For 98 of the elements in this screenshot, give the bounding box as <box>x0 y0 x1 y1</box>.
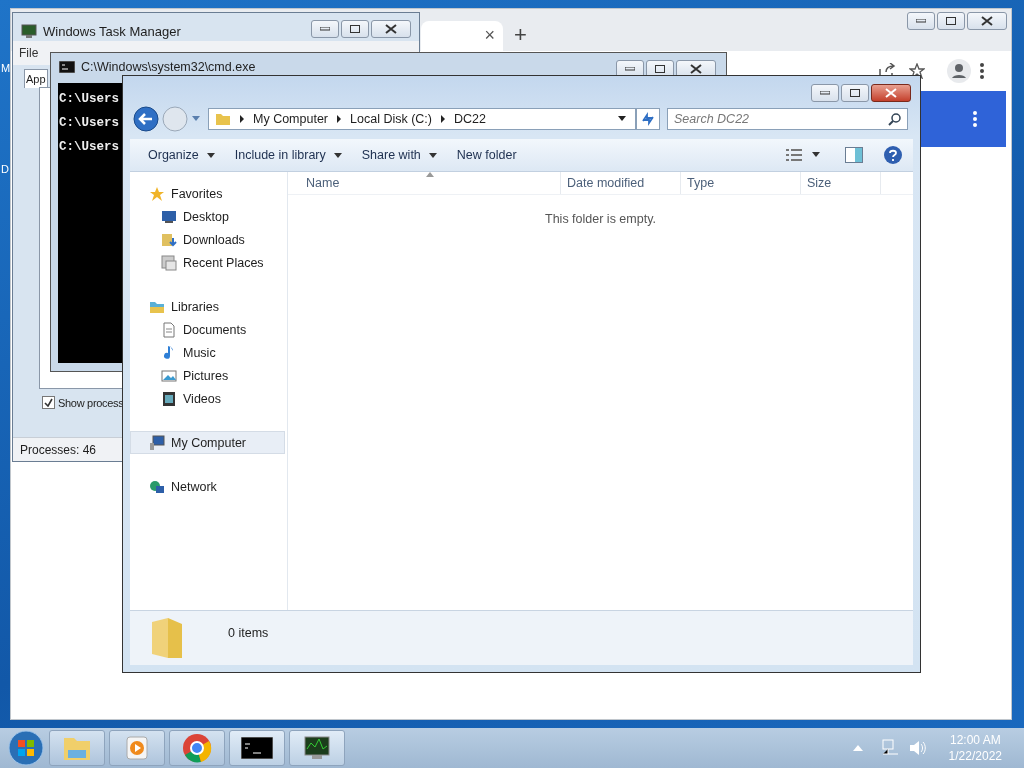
maximize-icon <box>850 89 860 97</box>
item-count: 0 items <box>228 626 269 640</box>
nav-item[interactable]: Libraries <box>130 295 285 318</box>
tab-close-button[interactable]: × <box>484 25 495 46</box>
folder-icon <box>215 112 231 126</box>
checkbox-label: Show process <box>58 396 124 409</box>
tab[interactable]: App <box>24 69 48 88</box>
breadcrumb[interactable]: DC22 <box>454 112 486 126</box>
menu-icon[interactable] <box>979 63 985 79</box>
breadcrumb[interactable]: My Computer <box>253 112 329 126</box>
close-button[interactable] <box>967 12 1007 30</box>
computer-icon <box>149 434 165 451</box>
close-button[interactable] <box>371 20 411 38</box>
media-player-icon <box>124 735 150 761</box>
close-button[interactable] <box>871 84 911 102</box>
recent-icon <box>161 254 177 271</box>
view-options-icon[interactable] <box>785 148 803 162</box>
close-icon <box>385 24 397 34</box>
downloads-icon <box>161 231 177 248</box>
browser-icon <box>182 733 212 763</box>
monitor-icon <box>302 735 332 761</box>
nav-item[interactable]: Desktop <box>130 205 285 228</box>
nav-item[interactable]: Videos <box>130 387 285 410</box>
caret-icon <box>206 152 215 158</box>
menu-item[interactable]: File <box>19 46 39 60</box>
search-field[interactable]: Search DC22 <box>667 108 908 130</box>
minimize-icon <box>320 27 330 31</box>
maximize-icon <box>946 17 956 25</box>
column-header[interactable]: Size <box>801 172 881 194</box>
console-icon <box>241 737 273 759</box>
checkmark-icon <box>44 398 53 407</box>
minimize-icon <box>916 19 926 23</box>
empty-message: This folder is empty. <box>545 212 656 226</box>
toolbar-button[interactable]: New folder <box>446 144 527 166</box>
caret-icon <box>428 152 437 158</box>
help-icon[interactable] <box>883 145 903 165</box>
nav-item[interactable]: My Computer <box>130 431 285 454</box>
close-icon <box>981 16 993 26</box>
maximize-button[interactable] <box>341 20 369 38</box>
toolbar-button[interactable]: Share with <box>351 144 447 166</box>
videos-icon <box>161 390 177 407</box>
column-header[interactable]: Date modified <box>561 172 681 194</box>
toolbar-button[interactable]: Organize <box>138 144 225 166</box>
maximize-button[interactable] <box>841 84 869 102</box>
start-button[interactable] <box>7 729 45 767</box>
back-button[interactable] <box>133 106 159 132</box>
caret-icon <box>333 152 342 158</box>
window-title: C:\Windows\system32\cmd.exe <box>81 60 256 74</box>
console-line: C:\Users <box>59 115 119 132</box>
desktop-icon-label: D <box>1 163 9 176</box>
monitor-icon <box>21 24 37 38</box>
nav-item[interactable]: Favorites <box>130 182 285 205</box>
console-icon <box>59 61 75 73</box>
breadcrumb[interactable]: Local Disk (C:) <box>350 112 432 126</box>
desktop-icon-label: M <box>1 62 11 75</box>
star-icon[interactable] <box>909 63 925 79</box>
avatar-icon[interactable] <box>947 59 971 83</box>
console-line: C:\Users <box>59 91 119 108</box>
nav-item[interactable]: Pictures <box>130 364 285 387</box>
pictures-icon <box>161 367 177 384</box>
network-icon <box>149 478 165 495</box>
refresh-icon <box>640 112 656 126</box>
toolbar-button[interactable]: Include in library <box>224 144 352 166</box>
column-header[interactable]: Type <box>681 172 801 194</box>
maximize-icon <box>655 65 665 73</box>
caret-icon[interactable] <box>811 152 821 158</box>
new-tab-button[interactable]: + <box>514 22 527 48</box>
chevron-icon[interactable] <box>440 115 446 123</box>
nav-item[interactable]: Downloads <box>130 228 285 251</box>
close-icon <box>885 88 897 98</box>
chevron-icon[interactable] <box>239 115 245 123</box>
sort-arrow-icon <box>426 172 434 177</box>
taskbar-button[interactable] <box>289 730 345 766</box>
checkbox[interactable] <box>42 396 55 409</box>
menu-icon[interactable] <box>971 111 978 127</box>
refresh-button[interactable] <box>636 108 660 130</box>
preview-pane-icon[interactable] <box>845 147 863 163</box>
maximize-icon <box>350 25 360 33</box>
nav-item[interactable]: Network <box>130 475 285 498</box>
chevron-icon[interactable] <box>336 115 343 123</box>
nav-item[interactable]: Documents <box>130 318 285 341</box>
status-text: Processes: 46 <box>20 443 97 457</box>
network-icon[interactable] <box>880 739 899 757</box>
taskbar-button[interactable] <box>229 730 285 766</box>
window-title: Windows Task Manager <box>43 23 181 39</box>
star-icon <box>149 185 165 202</box>
minimize-icon <box>625 67 635 71</box>
caret-icon[interactable] <box>617 116 627 122</box>
minimize-icon <box>820 91 830 95</box>
desktop-icon <box>161 208 177 225</box>
address-bar[interactable]: My Computer Local Disk (C:) DC22 <box>208 108 636 130</box>
nav-item[interactable]: Music <box>130 341 285 364</box>
search-icon <box>888 113 901 126</box>
nav-item[interactable]: Recent Places <box>130 251 285 274</box>
browser-tab[interactable]: × <box>421 21 503 51</box>
documents-icon <box>161 321 177 338</box>
console-line: C:\Users <box>59 139 119 156</box>
maximize-button[interactable] <box>937 12 965 30</box>
